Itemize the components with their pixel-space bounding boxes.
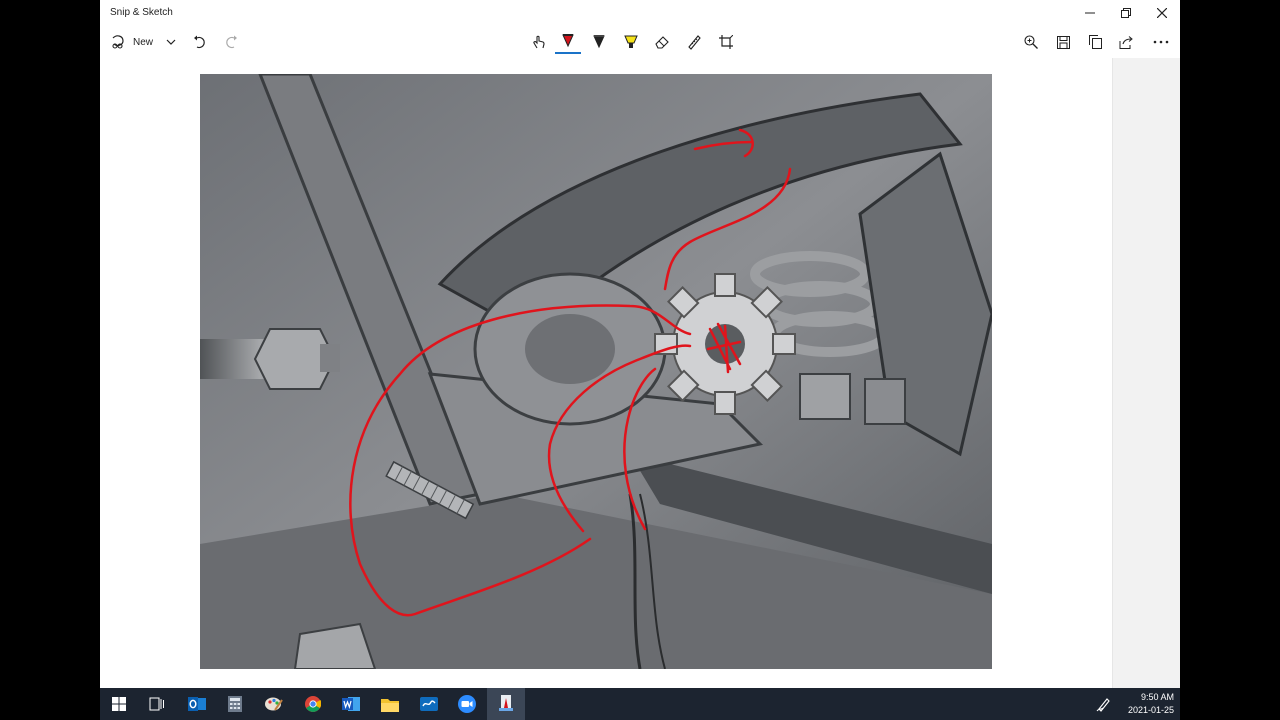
close-button[interactable]	[1144, 0, 1180, 26]
start-icon	[112, 697, 126, 711]
task-view-button[interactable]	[138, 688, 176, 720]
undo-button[interactable]	[190, 30, 210, 54]
outlook-icon	[188, 697, 206, 711]
file-explorer-icon	[381, 698, 399, 712]
paint-taskbar-button[interactable]	[255, 688, 293, 720]
maximize-icon	[1121, 8, 1131, 18]
ruler-icon	[688, 35, 701, 50]
whiteboard-icon	[420, 697, 438, 711]
app-title: Snip & Sketch	[110, 7, 173, 18]
calculator-icon	[228, 696, 242, 712]
paint-icon	[265, 697, 283, 711]
maximize-button[interactable]	[1108, 0, 1144, 26]
clock-date: 2021-01-25	[1127, 705, 1174, 715]
title-bar: Snip & Sketch	[100, 0, 1180, 26]
touch-writing-icon	[533, 35, 545, 49]
touch-writing-button[interactable]	[527, 30, 551, 54]
mechanism-photo	[200, 74, 992, 669]
new-label: New	[133, 36, 154, 48]
more-icon	[1153, 40, 1169, 44]
share-icon	[1119, 35, 1133, 49]
copy-icon	[1088, 35, 1102, 49]
snip-sketch-taskbar-button[interactable]	[487, 688, 525, 720]
canvas-area[interactable]	[100, 58, 1112, 688]
word-icon	[342, 697, 360, 711]
save-button[interactable]	[1052, 30, 1074, 54]
share-button[interactable]	[1115, 30, 1137, 54]
redo-icon	[226, 35, 237, 49]
pen-workspace-button[interactable]	[1096, 696, 1112, 717]
zoom-app-icon	[458, 695, 476, 713]
taskbar-clock[interactable]: 9:50 AM 2021-01-25	[1128, 691, 1174, 717]
pen-workspace-icon	[1096, 698, 1110, 712]
crop-button[interactable]	[714, 30, 738, 54]
pencil-button[interactable]	[587, 30, 611, 54]
close-icon	[1157, 8, 1167, 18]
whiteboard-taskbar-button[interactable]	[410, 688, 448, 720]
ballpoint-pen-icon	[562, 34, 574, 48]
minimize-button[interactable]	[1072, 0, 1108, 26]
calculator-taskbar-button[interactable]	[216, 688, 254, 720]
ruler-button[interactable]	[682, 30, 706, 54]
outlook-taskbar-button[interactable]	[178, 688, 216, 720]
file-explorer-taskbar-button[interactable]	[371, 688, 409, 720]
word-taskbar-button[interactable]	[332, 688, 370, 720]
more-button[interactable]	[1148, 30, 1174, 54]
highlighter-button[interactable]	[619, 30, 643, 54]
task-view-icon	[149, 697, 164, 711]
minimize-icon	[1085, 12, 1095, 14]
crop-icon	[719, 35, 733, 49]
chevron-down-icon	[166, 39, 176, 45]
copy-button[interactable]	[1084, 30, 1106, 54]
highlighter-icon	[624, 35, 638, 48]
start-button[interactable]	[100, 688, 138, 720]
screenshot-image[interactable]	[200, 74, 992, 669]
save-icon	[1056, 35, 1070, 49]
pencil-icon	[593, 35, 605, 49]
right-side-pane	[1112, 58, 1180, 688]
redo-button[interactable]	[221, 30, 241, 54]
zoom-icon	[1024, 35, 1038, 49]
clock-time: 9:50 AM	[1140, 692, 1174, 702]
eraser-icon	[655, 36, 669, 49]
eraser-button[interactable]	[650, 30, 674, 54]
zoom-app-taskbar-button[interactable]	[448, 688, 486, 720]
chrome-taskbar-button[interactable]	[294, 688, 332, 720]
snip-sketch-window: Snip & Sketch New 9:50 AM 2021-01-25	[100, 0, 1180, 720]
undo-icon	[194, 35, 205, 49]
chrome-icon	[305, 696, 321, 712]
toolbar: New	[100, 26, 1180, 58]
new-snip-button[interactable]: New	[108, 30, 168, 54]
taskbar: 9:50 AM 2021-01-25	[100, 688, 1180, 720]
new-snip-icon	[112, 35, 124, 49]
new-snip-dropdown[interactable]	[162, 30, 180, 54]
zoom-button[interactable]	[1020, 30, 1042, 54]
ballpoint-pen-button[interactable]	[555, 30, 581, 54]
snip-sketch-icon	[499, 695, 513, 711]
